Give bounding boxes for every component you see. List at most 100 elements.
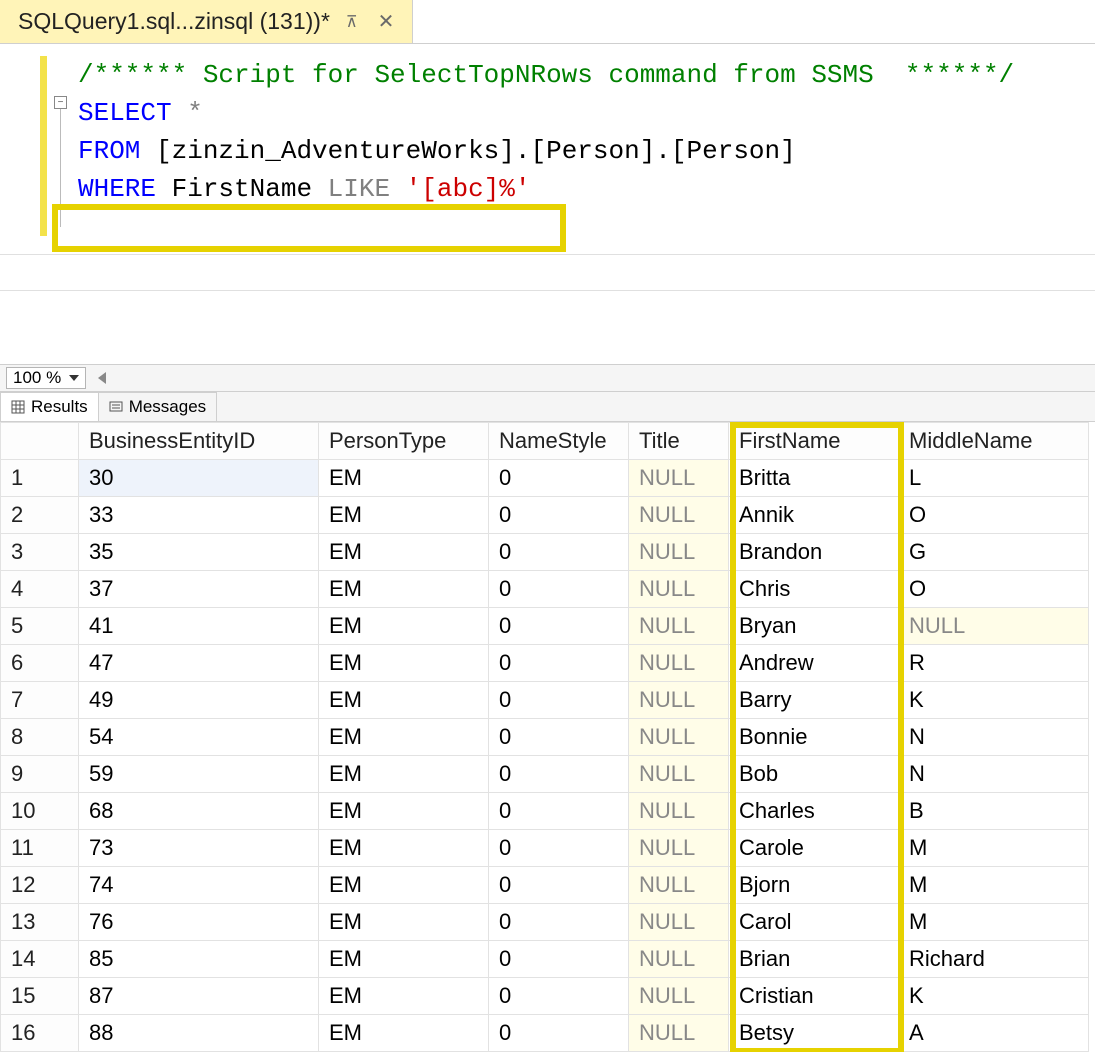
cell-persontype[interactable]: EM <box>319 1015 489 1052</box>
cell-middlename[interactable]: N <box>899 756 1089 793</box>
cell-middlename[interactable]: O <box>899 571 1089 608</box>
table-row[interactable]: 541EM0NULLBryanNULL <box>1 608 1089 645</box>
table-row[interactable]: 854EM0NULLBonnieN <box>1 719 1089 756</box>
cell-middlename[interactable]: Richard <box>899 941 1089 978</box>
cell-firstname[interactable]: Bryan <box>729 608 899 645</box>
scroll-left-icon[interactable] <box>98 372 106 384</box>
cell-persontype[interactable]: EM <box>319 571 489 608</box>
cell-firstname[interactable]: Bonnie <box>729 719 899 756</box>
cell-namestyle[interactable]: 0 <box>489 904 629 941</box>
cell-firstname[interactable]: Carole <box>729 830 899 867</box>
cell-namestyle[interactable]: 0 <box>489 608 629 645</box>
row-number[interactable]: 11 <box>1 830 79 867</box>
cell-firstname[interactable]: Cristian <box>729 978 899 1015</box>
row-number[interactable]: 7 <box>1 682 79 719</box>
table-row[interactable]: 1068EM0NULLCharlesB <box>1 793 1089 830</box>
cell-namestyle[interactable]: 0 <box>489 497 629 534</box>
cell-middlename[interactable]: A <box>899 1015 1089 1052</box>
cell-businessentityid[interactable]: 59 <box>79 756 319 793</box>
cell-firstname[interactable]: Charles <box>729 793 899 830</box>
row-number[interactable]: 14 <box>1 941 79 978</box>
row-number[interactable]: 3 <box>1 534 79 571</box>
cell-middlename[interactable]: M <box>899 904 1089 941</box>
table-row[interactable]: 130EM0NULLBrittaL <box>1 460 1089 497</box>
cell-middlename[interactable]: K <box>899 978 1089 1015</box>
row-number[interactable]: 16 <box>1 1015 79 1052</box>
cell-firstname[interactable]: Annik <box>729 497 899 534</box>
cell-persontype[interactable]: EM <box>319 719 489 756</box>
cell-firstname[interactable]: Chris <box>729 571 899 608</box>
cell-namestyle[interactable]: 0 <box>489 756 629 793</box>
cell-middlename[interactable]: M <box>899 830 1089 867</box>
cell-namestyle[interactable]: 0 <box>489 978 629 1015</box>
cell-firstname[interactable]: Bjorn <box>729 867 899 904</box>
column-header[interactable]: BusinessEntityID <box>79 423 319 460</box>
row-number[interactable]: 4 <box>1 571 79 608</box>
cell-firstname[interactable]: Barry <box>729 682 899 719</box>
cell-persontype[interactable]: EM <box>319 645 489 682</box>
cell-persontype[interactable]: EM <box>319 756 489 793</box>
cell-title[interactable]: NULL <box>629 497 729 534</box>
cell-firstname[interactable]: Bob <box>729 756 899 793</box>
cell-businessentityid[interactable]: 87 <box>79 978 319 1015</box>
tab-messages[interactable]: Messages <box>98 392 217 421</box>
cell-middlename[interactable]: M <box>899 867 1089 904</box>
cell-businessentityid[interactable]: 73 <box>79 830 319 867</box>
table-row[interactable]: 1587EM0NULLCristianK <box>1 978 1089 1015</box>
column-header[interactable]: PersonType <box>319 423 489 460</box>
row-number[interactable]: 13 <box>1 904 79 941</box>
table-row[interactable]: 1376EM0NULLCarolM <box>1 904 1089 941</box>
column-header[interactable]: MiddleName <box>899 423 1089 460</box>
zoom-dropdown[interactable]: 100 % <box>6 367 86 389</box>
table-row[interactable]: 1173EM0NULLCaroleM <box>1 830 1089 867</box>
outline-collapse-icon[interactable]: − <box>54 96 67 109</box>
column-header[interactable]: Title <box>629 423 729 460</box>
cell-title[interactable]: NULL <box>629 460 729 497</box>
cell-middlename[interactable]: L <box>899 460 1089 497</box>
cell-persontype[interactable]: EM <box>319 867 489 904</box>
cell-middlename[interactable]: O <box>899 497 1089 534</box>
row-number[interactable]: 8 <box>1 719 79 756</box>
row-number[interactable]: 5 <box>1 608 79 645</box>
cell-title[interactable]: NULL <box>629 867 729 904</box>
cell-businessentityid[interactable]: 37 <box>79 571 319 608</box>
cell-title[interactable]: NULL <box>629 534 729 571</box>
row-number[interactable]: 10 <box>1 793 79 830</box>
cell-firstname[interactable]: Betsy <box>729 1015 899 1052</box>
cell-namestyle[interactable]: 0 <box>489 534 629 571</box>
cell-businessentityid[interactable]: 35 <box>79 534 319 571</box>
document-tab[interactable]: SQLQuery1.sql...zinsql (131))* ⊼ ✕ <box>0 0 413 43</box>
cell-namestyle[interactable]: 0 <box>489 867 629 904</box>
cell-namestyle[interactable]: 0 <box>489 830 629 867</box>
table-row[interactable]: 233EM0NULLAnnikO <box>1 497 1089 534</box>
cell-persontype[interactable]: EM <box>319 941 489 978</box>
cell-businessentityid[interactable]: 85 <box>79 941 319 978</box>
results-grid[interactable]: BusinessEntityIDPersonTypeNameStyleTitle… <box>0 422 1095 1052</box>
cell-title[interactable]: NULL <box>629 830 729 867</box>
cell-middlename[interactable]: N <box>899 719 1089 756</box>
cell-title[interactable]: NULL <box>629 682 729 719</box>
table-row[interactable]: 1485EM0NULLBrianRichard <box>1 941 1089 978</box>
row-number[interactable]: 12 <box>1 867 79 904</box>
cell-persontype[interactable]: EM <box>319 830 489 867</box>
column-header[interactable]: NameStyle <box>489 423 629 460</box>
table-row[interactable]: 1274EM0NULLBjornM <box>1 867 1089 904</box>
row-header-corner[interactable] <box>1 423 79 460</box>
cell-middlename[interactable]: G <box>899 534 1089 571</box>
table-row[interactable]: 647EM0NULLAndrewR <box>1 645 1089 682</box>
row-number[interactable]: 6 <box>1 645 79 682</box>
cell-firstname[interactable]: Carol <box>729 904 899 941</box>
cell-persontype[interactable]: EM <box>319 978 489 1015</box>
cell-namestyle[interactable]: 0 <box>489 645 629 682</box>
cell-persontype[interactable]: EM <box>319 497 489 534</box>
cell-businessentityid[interactable]: 41 <box>79 608 319 645</box>
row-number[interactable]: 9 <box>1 756 79 793</box>
cell-businessentityid[interactable]: 68 <box>79 793 319 830</box>
table-row[interactable]: 749EM0NULLBarryK <box>1 682 1089 719</box>
cell-businessentityid[interactable]: 47 <box>79 645 319 682</box>
cell-businessentityid[interactable]: 49 <box>79 682 319 719</box>
cell-title[interactable]: NULL <box>629 904 729 941</box>
cell-middlename[interactable]: K <box>899 682 1089 719</box>
close-icon[interactable]: ✕ <box>374 10 399 34</box>
cell-namestyle[interactable]: 0 <box>489 719 629 756</box>
